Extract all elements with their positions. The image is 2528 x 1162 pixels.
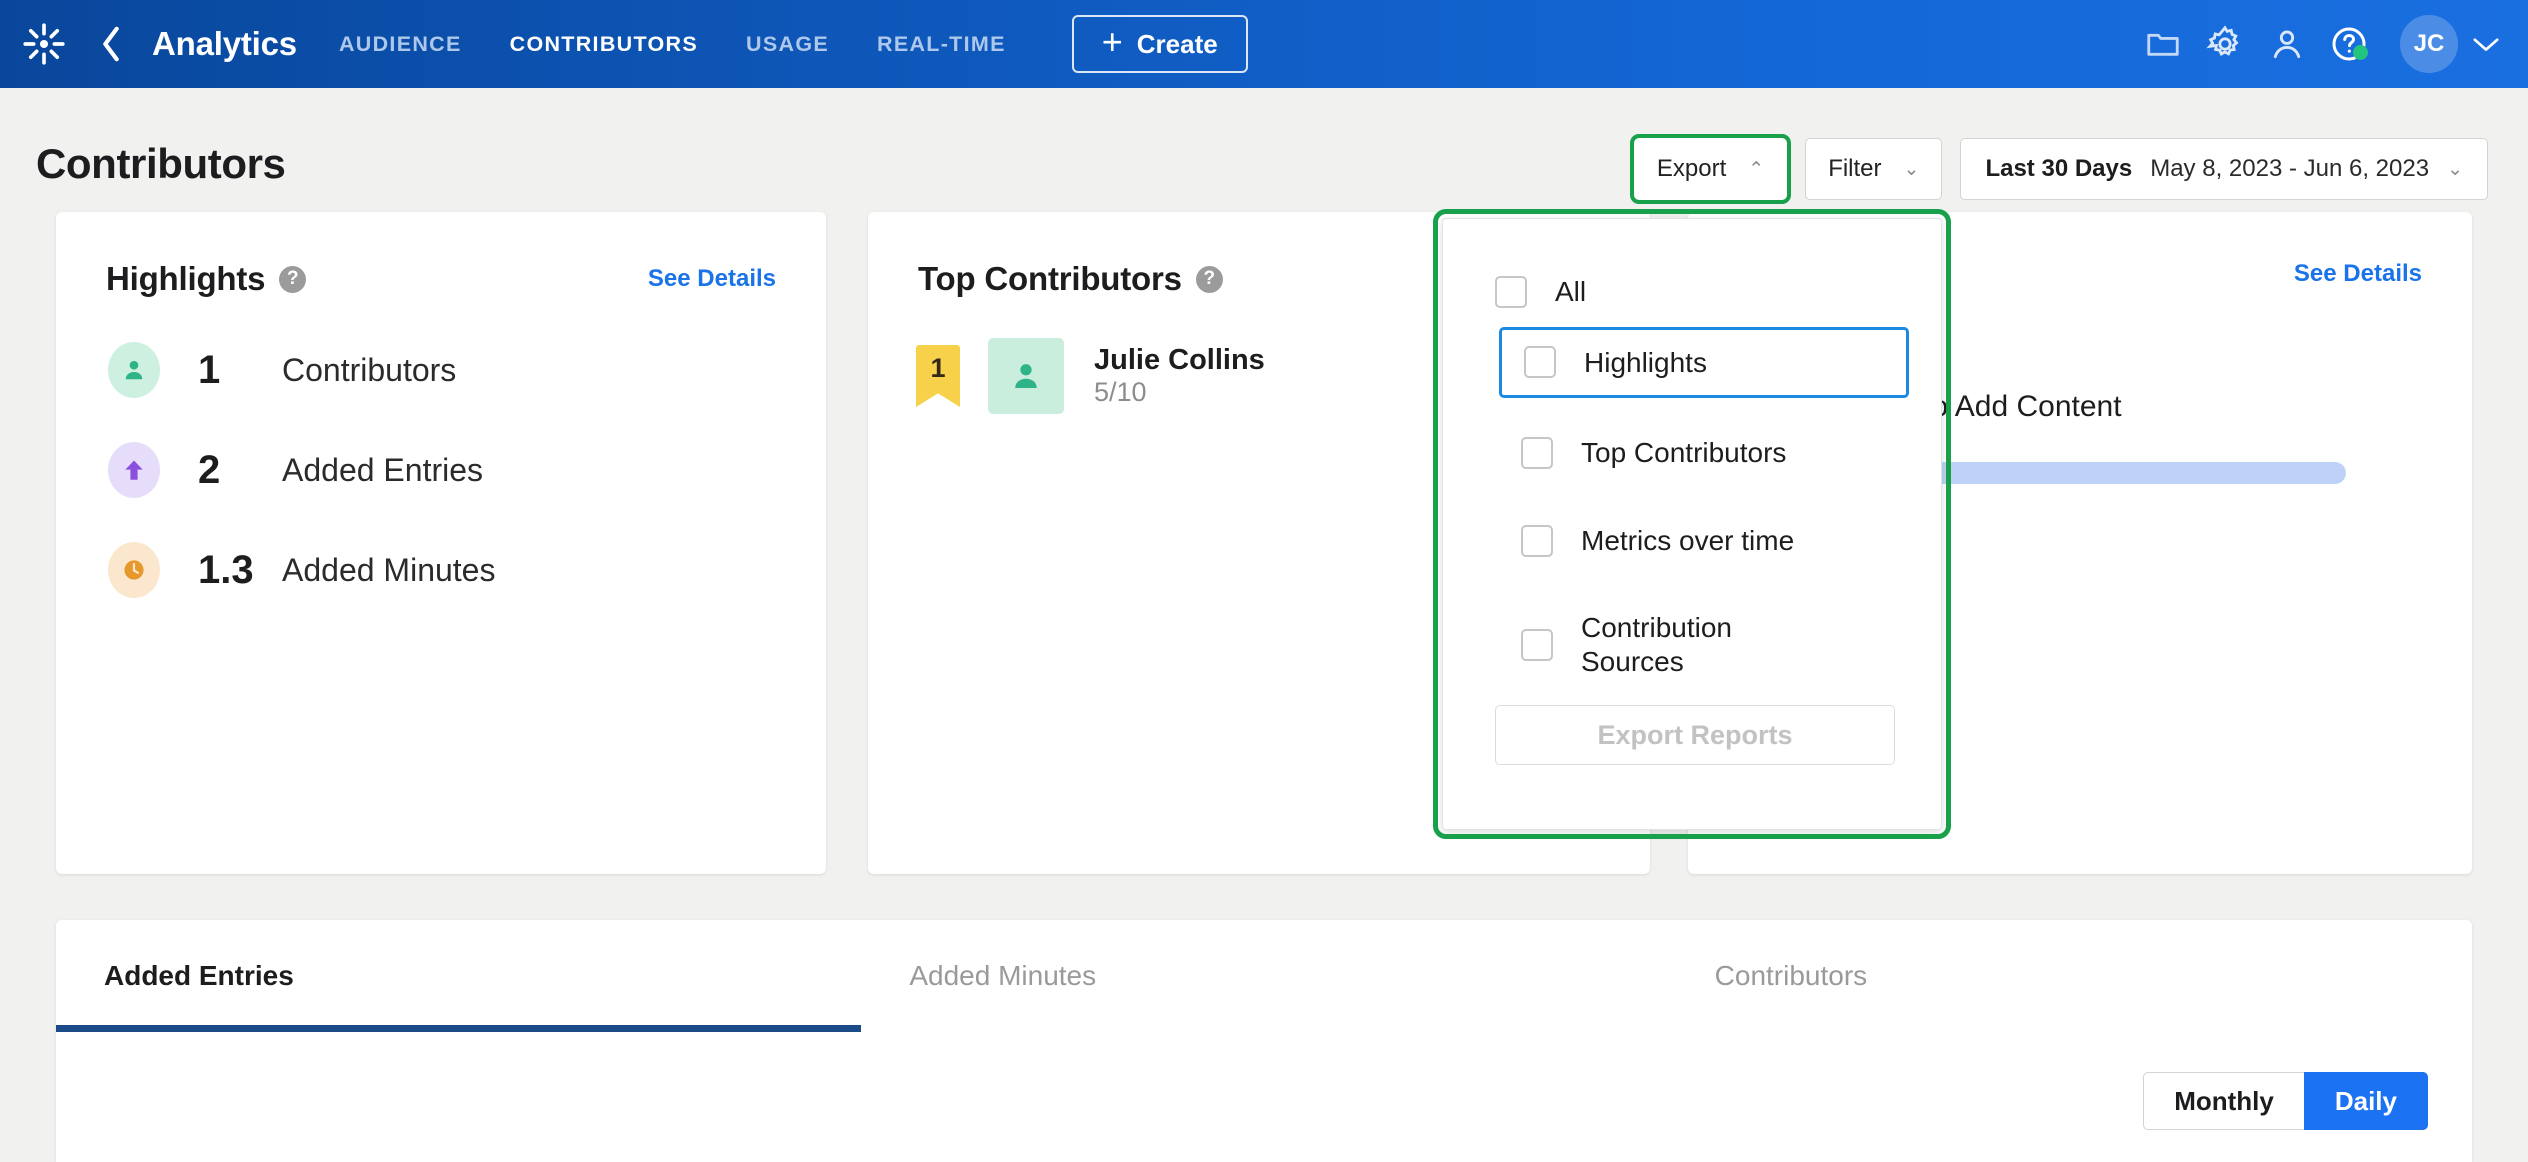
help-status-dot	[2353, 45, 2368, 60]
toolbar: Export ⌃ Filter ⌄ Last 30 Days May 8, 20…	[1629, 134, 2488, 204]
page-title: Contributors	[36, 140, 286, 187]
create-button-label: Create	[1136, 28, 1218, 59]
highlight-row: 2 Added Entries	[56, 442, 826, 498]
user-icon[interactable]	[2256, 0, 2318, 88]
chevron-down-icon: ⌄	[2447, 158, 2463, 180]
checkbox-icon[interactable]	[1521, 436, 1553, 469]
person-icon	[108, 342, 160, 398]
nav-tab-usage[interactable]: USAGE	[746, 32, 829, 57]
filter-button-label: Filter	[1828, 155, 1882, 182]
nav-right-icons: JC	[2132, 0, 2528, 88]
date-range-value: May 8, 2023 - Jun 6, 2023	[2150, 155, 2430, 182]
checkbox-icon[interactable]	[1521, 628, 1553, 661]
tab-added-minutes[interactable]: Added Minutes	[861, 920, 1666, 1032]
granularity-monthly-button[interactable]: Monthly	[2143, 1072, 2304, 1130]
contributor-meta: Julie Collins 5/10	[1094, 344, 1265, 408]
metrics-over-time-panel: Added Entries Added Minutes Contributors…	[56, 920, 2472, 1162]
tab-added-entries[interactable]: Added Entries	[56, 920, 861, 1032]
person-icon	[988, 338, 1064, 414]
export-option-top-contributors[interactable]: Top Contributors	[1499, 420, 1909, 486]
export-option-label: All	[1555, 276, 1587, 307]
export-option-contribution-sources[interactable]: Contribution Sources	[1499, 595, 1909, 694]
active-tab-underline	[56, 1025, 861, 1032]
avatar[interactable]: JC	[2400, 15, 2458, 73]
chevron-up-icon: ⌃	[1748, 158, 1765, 180]
help-icon[interactable]: ?	[279, 265, 307, 293]
export-option-label: Contribution Sources	[1581, 612, 1732, 677]
export-option-label: Highlights	[1584, 346, 1707, 378]
help-icon[interactable]: ?	[1195, 265, 1223, 293]
export-option-metrics-over-time[interactable]: Metrics over time	[1499, 508, 1909, 574]
export-button[interactable]: Export ⌃	[1629, 134, 1792, 204]
folder-icon[interactable]	[2132, 0, 2194, 88]
help-icon[interactable]	[2318, 0, 2380, 88]
chevron-left-icon[interactable]	[88, 0, 134, 88]
highlight-row: 1 Contributors	[56, 342, 826, 398]
date-range-label: Last 30 Days	[1985, 155, 2133, 182]
export-reports-button[interactable]: Export Reports	[1495, 705, 1895, 765]
export-option-label: Metrics over time	[1581, 524, 1795, 556]
arrow-up-icon	[108, 442, 160, 498]
gear-icon[interactable]	[2194, 0, 2256, 88]
export-option-all[interactable]: All	[1443, 219, 1941, 309]
contributor-score: 5/10	[1094, 377, 1147, 407]
highlights-card-header: Highlights ? See Details	[56, 212, 826, 298]
chevron-down-icon: ⌄	[1903, 158, 1920, 180]
export-option-label: Top Contributors	[1581, 437, 1787, 469]
highlight-label: Contributors	[282, 351, 457, 388]
top-navigation-bar: Analytics AUDIENCE CONTRIBUTORS USAGE RE…	[0, 0, 2528, 88]
checkbox-icon[interactable]	[1521, 524, 1553, 557]
top-contributors-card-title: Top Contributors	[918, 260, 1182, 297]
kaltura-burst-icon[interactable]	[0, 0, 88, 88]
highlight-label: Added Minutes	[282, 551, 496, 588]
highlight-value: 1.3	[198, 547, 254, 592]
see-details-link[interactable]: See Details	[648, 265, 776, 293]
chevron-down-icon[interactable]	[2472, 34, 2500, 54]
date-range-picker[interactable]: Last 30 Days May 8, 2023 - Jun 6, 2023 ⌄	[1960, 138, 2488, 200]
nav-tab-contributors[interactable]: CONTRIBUTORS	[510, 32, 698, 57]
plus-icon: +	[1101, 21, 1123, 62]
highlight-row: 1.3 Added Minutes	[56, 542, 826, 598]
brand-title: Analytics	[152, 25, 297, 62]
highlights-card-title: Highlights	[106, 260, 266, 297]
checkbox-icon[interactable]	[1495, 275, 1527, 308]
highlight-value: 1	[198, 347, 221, 392]
checkbox-icon[interactable]	[1524, 346, 1556, 379]
export-option-highlights[interactable]: Highlights	[1499, 326, 1909, 399]
highlight-value: 2	[198, 447, 221, 492]
contributor-name: Julie Collins	[1094, 344, 1265, 376]
nav-tab-real-time[interactable]: REAL-TIME	[877, 32, 1006, 57]
metric-tabs: Added Entries Added Minutes Contributors	[56, 920, 2472, 1032]
filter-button[interactable]: Filter ⌄	[1805, 138, 1943, 200]
clock-icon	[108, 542, 160, 598]
export-dropdown-panel: All Highlights Top Contributors Metrics …	[1433, 209, 1951, 839]
rank-badge: 1	[916, 345, 960, 407]
see-details-link[interactable]: See Details	[2294, 260, 2422, 288]
export-button-label: Export	[1656, 155, 1727, 182]
granularity-toggle: Monthly Daily	[2143, 1072, 2428, 1130]
highlights-card: Highlights ? See Details 1 Contributors …	[56, 212, 826, 874]
tab-contributors[interactable]: Contributors	[1667, 920, 2472, 1032]
app-root: Analytics AUDIENCE CONTRIBUTORS USAGE RE…	[0, 0, 2528, 1162]
granularity-daily-button[interactable]: Daily	[2303, 1072, 2428, 1130]
highlight-label: Added Entries	[282, 451, 484, 488]
create-button[interactable]: + Create	[1071, 15, 1248, 73]
nav-tab-audience[interactable]: AUDIENCE	[339, 32, 462, 57]
